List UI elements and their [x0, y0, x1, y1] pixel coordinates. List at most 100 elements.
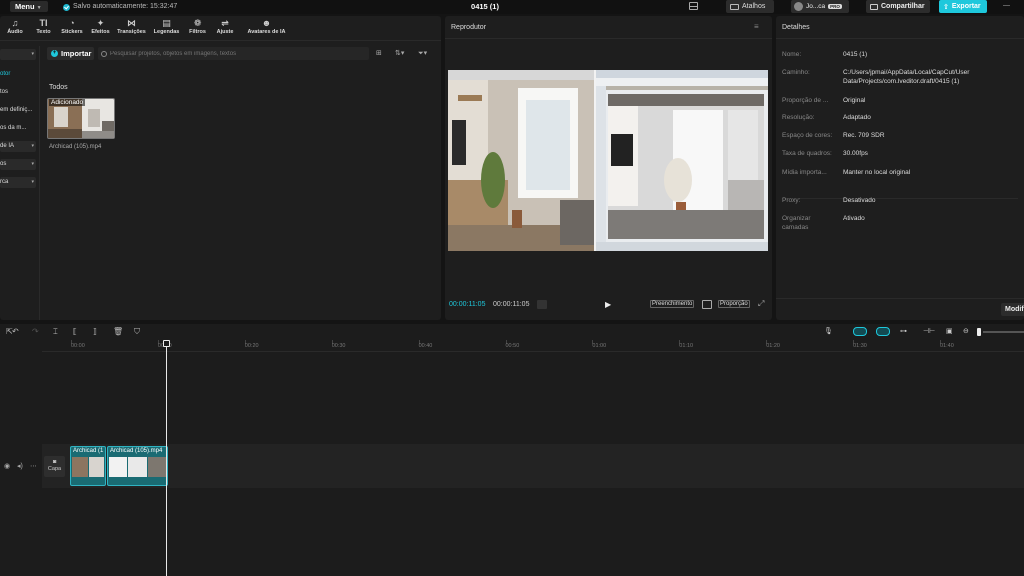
media-search[interactable] [98, 47, 369, 60]
toolbar-tabs: ♫ Áudio TI Texto ◔ Stickers ✦ Efeitos ⋈ Transiçõe… [0, 16, 441, 40]
fill-button[interactable]: Preenchimento [650, 300, 695, 308]
clip-frame [72, 457, 88, 477]
eye-icon[interactable]: ◉ [4, 462, 10, 470]
media-filename: Archicad (105).mp4 [49, 144, 102, 150]
user-account-button[interactable]: Jo...ca PRO [791, 0, 849, 13]
menu-button[interactable]: Menu ▼ [10, 1, 48, 12]
sidebar-item[interactable]: otor [0, 69, 36, 80]
link-icon[interactable]: ⊶ [900, 327, 907, 335]
zoom-out-icon[interactable]: ⊖ [963, 327, 969, 335]
ruler-label: 01:20 [766, 343, 780, 349]
camera-icon: ◙ [52, 459, 57, 465]
frame-icon[interactable] [537, 300, 547, 309]
tab-filters[interactable]: ❁ Filtros [184, 16, 211, 40]
tab-label: Efeitos [91, 29, 110, 35]
clip-frame [147, 457, 166, 477]
undo-icon[interactable]: ↶ [12, 327, 19, 336]
sidebar-item[interactable]: os ▾ [0, 159, 36, 170]
sidebar-item[interactable]: os da m... [0, 123, 36, 134]
ai-avatar-icon: ☻ [261, 18, 272, 28]
more-icon[interactable]: ⋯ [30, 462, 37, 470]
filter-icon[interactable]: ⏷▾ [418, 49, 427, 58]
user-name: Jo...ca [806, 3, 826, 10]
player-panel: Reprodutor ≡ 00:00:11:05 00:00:11:05 ▶ P… [445, 16, 772, 320]
detail-value: C:/Users/jpmai/AppData/Local/CapCut/User… [843, 69, 970, 85]
microphone-icon[interactable]: 🎙 [824, 327, 833, 335]
layout-icon[interactable] [689, 2, 698, 10]
sidebar-item[interactable]: de IA ▾ [0, 141, 36, 152]
chevron-down-icon: ▾ [31, 51, 34, 57]
minimize-icon[interactable]: — [1003, 2, 1010, 9]
sidebar-item-label: de IA [0, 143, 15, 149]
shortcuts-button[interactable]: Atalhos [726, 0, 774, 13]
cover-button[interactable]: ◙ Capa [44, 456, 65, 477]
tab-transitions[interactable]: ⋈ Transições [114, 16, 149, 40]
tab-ai-avatar[interactable]: ☻ Avatares de IA [239, 16, 294, 40]
playhead[interactable] [166, 342, 167, 576]
detail-value: Desativado [843, 197, 876, 204]
play-icon[interactable]: ▶ [605, 300, 611, 309]
tab-label: Filtros [189, 29, 206, 35]
magnet-toggle[interactable] [876, 327, 890, 336]
autosave-status: Salvo automaticamente: 15:32:47 [63, 2, 177, 12]
sidebar-item-label: os da m... [0, 125, 27, 131]
sidebar-item-label: tos [0, 89, 9, 95]
main-track-toggle[interactable] [853, 327, 867, 336]
tab-sticker[interactable]: ◔ Stickers [57, 16, 87, 40]
tab-audio[interactable]: ♫ Áudio [0, 16, 30, 40]
added-badge: Adicionado [49, 99, 86, 106]
time-ruler[interactable]: 00:0000:1000:2000:3000:4000:5001:0001:10… [42, 340, 1024, 352]
aspect-ratio-button[interactable]: Proporção [718, 300, 750, 308]
grid-view-icon[interactable]: ⊞ [376, 49, 382, 57]
modify-button[interactable]: Modif [1001, 303, 1024, 316]
tab-text[interactable]: TI Texto [30, 16, 57, 40]
section-label: Todos [49, 84, 68, 91]
clip-frame [128, 457, 147, 477]
sort-icon[interactable]: ⇅▾ [395, 49, 404, 57]
share-icon [870, 3, 878, 10]
align-icon[interactable]: ⊣⊢ [923, 327, 935, 335]
import-button[interactable]: + Importar [47, 47, 94, 60]
playhead-handle[interactable] [163, 340, 170, 347]
speaker-icon[interactable]: ◂) [17, 462, 23, 470]
pro-badge: PRO [828, 4, 842, 9]
tab-label: Legendas [153, 29, 180, 35]
shield-icon[interactable]: ⛉ [134, 327, 140, 337]
split-right-icon[interactable]: ⟧ [93, 327, 97, 336]
detail-label: Mídia importa... [782, 169, 827, 176]
video-track[interactable] [42, 444, 1024, 488]
tab-adjust[interactable]: ⇌ Ajuste [211, 16, 239, 40]
zoom-slider[interactable] [983, 331, 1024, 333]
sidebar-item[interactable]: ▾ [0, 49, 36, 60]
split-icon[interactable]: ⌶ [53, 327, 58, 337]
share-label: Compartilhar [881, 3, 925, 10]
fullscreen-icon[interactable]: ⤢ [758, 299, 764, 309]
detail-value: 0415 (1) [843, 51, 868, 58]
delete-icon[interactable]: 🗑 [113, 327, 123, 336]
export-button[interactable]: ⇧ Exportar [939, 0, 987, 13]
timeline-panel: ⇱ ↶ ↷ ⌶ ⟦ ⟧ 🗑 ⛉ 🎙 ⊶ ⊣⊢ ▣ ⊖ 00:0000:1000:… [0, 324, 1024, 576]
menu-icon[interactable]: ≡ [754, 22, 759, 31]
import-label: Importar [61, 49, 92, 58]
ruler-label: 00:50 [505, 343, 520, 349]
redo-icon[interactable]: ↷ [32, 327, 39, 336]
tab-captions[interactable]: ▤ Legendas [149, 16, 184, 40]
ruler-label: 00:00 [71, 343, 85, 349]
sidebar-item[interactable]: rca ▾ [0, 177, 36, 188]
details-title: Detalhes [782, 24, 810, 31]
timeline-clip[interactable]: Archicad (1 [70, 446, 106, 486]
share-button[interactable]: Compartilhar [866, 0, 930, 13]
focus-icon[interactable] [702, 300, 712, 309]
sidebar-item[interactable]: tos [0, 87, 36, 98]
preview-icon[interactable]: ▣ [946, 327, 953, 335]
zoom-slider-handle[interactable] [977, 328, 981, 336]
chevron-down-icon: ▾ [31, 161, 34, 167]
sidebar-item[interactable]: em definiç... [0, 105, 36, 116]
chevron-down-icon: ▾ [31, 179, 34, 185]
tab-effects[interactable]: ✦ Efeitos [87, 16, 114, 40]
timeline-clip[interactable]: Archicad (105).mp4 [107, 446, 168, 486]
split-left-icon[interactable]: ⟦ [73, 327, 77, 336]
video-preview[interactable] [448, 70, 768, 251]
detail-label: Proporção de ... [782, 97, 829, 104]
search-input[interactable] [110, 50, 365, 57]
